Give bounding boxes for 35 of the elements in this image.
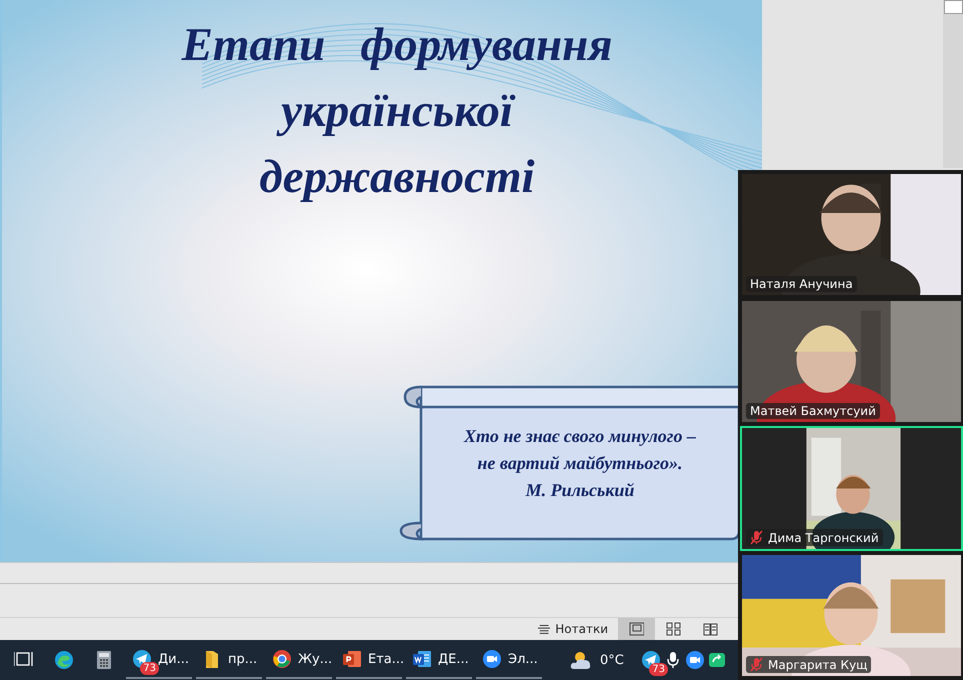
notification-badge: 73 (649, 663, 668, 676)
temperature: 0°C (600, 652, 624, 668)
slide-view-icon (629, 622, 644, 636)
notes-button[interactable]: Нотатки (532, 618, 614, 640)
taskbar-app[interactable]: ДЕ... (406, 641, 472, 679)
chrome-icon (272, 649, 292, 669)
document-icon (412, 649, 432, 669)
slide-title: української (269, 78, 525, 144)
notes-icon (538, 622, 550, 636)
presentation-icon (342, 649, 362, 669)
participant-name: Дима Таргонский (768, 530, 879, 544)
participant-name: Матвей Бахмутсуий (750, 404, 876, 418)
participant-name: Наталя Анучина (750, 277, 853, 291)
slide-title: Етапи формування (180, 18, 614, 73)
quote-text: Хто не знає свого минулого – (464, 425, 696, 448)
view-button[interactable] (618, 618, 655, 640)
taskbar-app[interactable]: Ета... (336, 641, 402, 679)
taskbar-app[interactable]: пр... (196, 641, 262, 679)
taskbar-app[interactable]: Жу... (266, 641, 332, 679)
quote-text: не вартий майбутнього». (477, 452, 683, 475)
calculator-icon[interactable] (94, 650, 114, 670)
weather-icon[interactable] (570, 649, 592, 671)
book-icon (703, 622, 718, 636)
video-camera-icon[interactable] (685, 650, 705, 670)
notification-badge: 73 (140, 662, 159, 675)
participant-name: Маргарита Кущ (768, 658, 868, 672)
taskbar-app[interactable]: Эл... (476, 641, 542, 679)
quote-text: М. Рильський (526, 479, 634, 502)
scrollbar-thumb[interactable] (944, 0, 963, 14)
grid-icon (666, 622, 681, 636)
slide-title: державності (258, 150, 536, 205)
video-camera-icon (482, 649, 502, 669)
scrollbar[interactable] (943, 0, 963, 168)
share-icon[interactable] (707, 650, 727, 670)
browser-icon[interactable] (54, 650, 74, 670)
